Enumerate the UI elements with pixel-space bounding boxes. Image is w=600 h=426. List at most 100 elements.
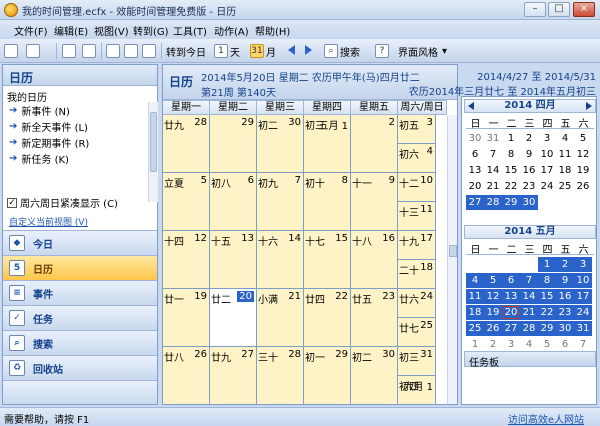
mini-day[interactable]: 30 <box>520 195 538 210</box>
mini-day[interactable]: 17 <box>574 289 592 304</box>
nav-button-recycle-bin[interactable]: ♻ 回收站 <box>3 355 157 380</box>
open-button[interactable] <box>26 42 42 60</box>
day-view-button[interactable]: 1天 <box>214 42 240 60</box>
calendar-day-cell[interactable]: 初三 31 <box>398 347 436 376</box>
mini-day[interactable]: 8 <box>502 147 520 162</box>
mini-day[interactable]: 25 <box>466 321 484 336</box>
mini-day[interactable]: 13 <box>502 289 520 304</box>
mini-day[interactable]: 5 <box>574 131 592 146</box>
nav-button-search[interactable]: ⌕ 搜索 <box>3 330 157 355</box>
mini-day[interactable]: 27 <box>466 195 484 210</box>
minimize-button[interactable]: – <box>524 2 546 17</box>
mini-day[interactable]: 30 <box>466 131 484 146</box>
mini-day[interactable]: 4 <box>466 273 484 288</box>
calendar-day-cell[interactable]: 十七 15 <box>304 231 351 289</box>
mini-day[interactable]: 8 <box>538 273 556 288</box>
print-button[interactable] <box>62 42 78 60</box>
calendar-scroll-thumb[interactable] <box>449 245 457 257</box>
mini-day[interactable]: 10 <box>538 147 556 162</box>
mini-day[interactable]: 14 <box>520 289 538 304</box>
mini-day[interactable]: 7 <box>484 147 502 162</box>
customize-view-link[interactable]: 自定义当前视图 (V) <box>9 215 88 228</box>
mini-day[interactable]: 7 <box>520 273 538 288</box>
calendar-day-cell[interactable]: 十五 13 <box>210 231 257 289</box>
next-arrow-icon[interactable] <box>305 45 312 55</box>
calendar-day-cell[interactable]: 29 <box>210 115 257 173</box>
print-preview-button[interactable] <box>82 42 98 60</box>
calendar-day-cell[interactable]: 十一 9 <box>351 173 398 231</box>
mini-day[interactable]: 1 <box>502 131 520 146</box>
calendar-day-cell[interactable]: 小满 21 <box>257 289 304 347</box>
mini-day[interactable]: 22 <box>538 305 556 320</box>
search-button[interactable]: ⌕ 搜索 <box>324 42 360 60</box>
mini-day[interactable]: 2 <box>556 257 574 272</box>
calendar-day-cell[interactable]: 初二 30 <box>351 347 398 404</box>
mini-day[interactable]: 28 <box>484 195 502 210</box>
mini-day[interactable]: 11 <box>466 289 484 304</box>
mini-day[interactable]: 2 <box>484 337 502 352</box>
calendar-day-cell[interactable]: 十九 17 <box>398 231 436 260</box>
calendar-day-cell[interactable]: 廿七 25 <box>398 318 436 347</box>
mini-day[interactable]: 2 <box>520 131 538 146</box>
menu-actions[interactable]: 动作(A) <box>214 23 249 38</box>
calendar-day-cell[interactable]: 廿二 20 <box>210 289 257 347</box>
new-doc-button[interactable] <box>4 42 20 60</box>
mini-day[interactable]: 29 <box>502 195 520 210</box>
menu-help[interactable]: 帮助(H) <box>255 23 290 38</box>
nav-button-events[interactable]: ≡ 事件 <box>3 280 157 305</box>
mini-day[interactable]: 3 <box>574 257 592 272</box>
maximize-button[interactable]: □ <box>548 2 570 17</box>
mini-day[interactable]: 6 <box>466 147 484 162</box>
mini-day[interactable]: 21 <box>520 305 538 320</box>
mini-day[interactable]: 4 <box>520 337 538 352</box>
calendar-day-cell[interactable]: 三十 28 <box>257 347 304 404</box>
calendar-day-cell[interactable]: 廿九 28 <box>163 115 210 173</box>
mini-day[interactable]: 12 <box>484 289 502 304</box>
website-link[interactable]: 访问高效e人网站 <box>508 411 584 426</box>
help-button[interactable]: ? <box>375 42 391 60</box>
nav-scroll-thumb[interactable] <box>150 112 157 172</box>
mini-day[interactable]: 17 <box>538 163 556 178</box>
calendar-day-cell[interactable]: 廿五 23 <box>351 289 398 347</box>
mini-day[interactable]: 10 <box>574 273 592 288</box>
calendar-day-cell[interactable]: 十六 14 <box>257 231 304 289</box>
menu-goto[interactable]: 转到(G) <box>133 23 169 38</box>
mini-day[interactable]: 20 <box>466 179 484 194</box>
mini-day[interactable]: 15 <box>538 289 556 304</box>
mini-day[interactable]: 23 <box>556 305 574 320</box>
mini-day[interactable]: 21 <box>484 179 502 194</box>
mini-day[interactable]: 25 <box>556 179 574 194</box>
new-event-link[interactable]: ➔ 新事件 (N) <box>3 102 157 118</box>
mini-day[interactable]: 29 <box>538 321 556 336</box>
mini-day[interactable]: 7 <box>574 337 592 352</box>
copy-button[interactable] <box>124 42 140 60</box>
mini-day[interactable]: 26 <box>574 179 592 194</box>
new-recurring-event-link[interactable]: ➔ 新定期事件 (R) <box>3 134 157 150</box>
mini-day[interactable]: 11 <box>556 147 574 162</box>
nav-button-calendar[interactable]: 5 日历 <box>3 255 157 280</box>
menu-file[interactable]: 文件(F) <box>14 23 48 38</box>
calendar-scrollbar[interactable] <box>447 115 457 404</box>
new-allday-event-link[interactable]: ➔ 新全天事件 (L) <box>3 118 157 134</box>
calendar-day-cell[interactable]: 初八 6 <box>210 173 257 231</box>
mini-day[interactable]: 14 <box>484 163 502 178</box>
nav-button-tasks[interactable]: ✓ 任务 <box>3 305 157 330</box>
mini-day[interactable]: 9 <box>520 147 538 162</box>
mini-day[interactable]: 24 <box>538 179 556 194</box>
menu-tools[interactable]: 工具(T) <box>173 23 207 38</box>
calendar-day-cell[interactable]: 十八 16 <box>351 231 398 289</box>
calendar-day-cell[interactable]: 初一 29 <box>304 347 351 404</box>
mini-day[interactable]: 28 <box>520 321 538 336</box>
weekend-compact-checkbox[interactable]: ✓ 周六周日紧凑显示 (C) <box>7 195 118 210</box>
mini-day[interactable]: 24 <box>574 305 592 320</box>
mini-day[interactable]: 18 <box>466 305 484 320</box>
calendar-day-cell[interactable]: 廿六 24 <box>398 289 436 318</box>
mini-day[interactable]: 6 <box>556 337 574 352</box>
mini-day[interactable]: 31 <box>574 321 592 336</box>
previous-arrow-icon[interactable] <box>288 45 295 55</box>
mini-day[interactable]: 1 <box>466 337 484 352</box>
mini-day[interactable]: 22 <box>502 179 520 194</box>
mini-day[interactable]: 13 <box>466 163 484 178</box>
mini-day[interactable]: 5 <box>538 337 556 352</box>
mini-day[interactable]: 20 <box>502 305 520 320</box>
